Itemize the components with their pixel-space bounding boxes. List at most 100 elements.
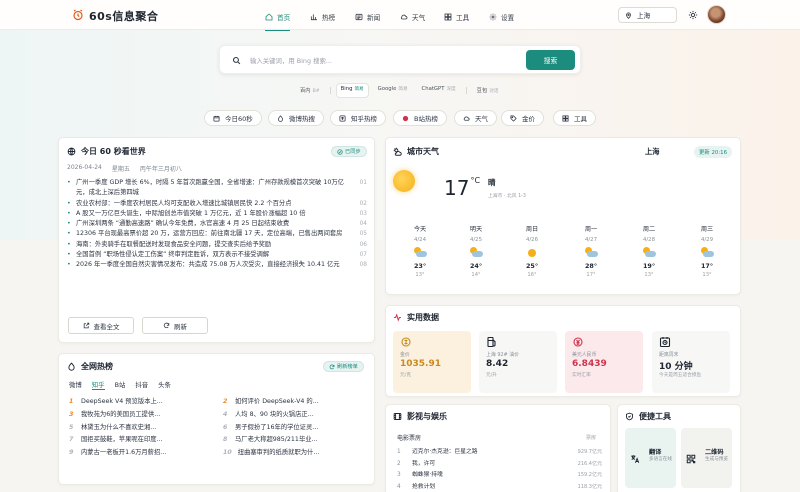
stat-tile[interactable]: 上海 92# 油价 8.42 元/升 [479,331,557,393]
box-office-row[interactable]: 4 抢救计划 118.3亿元 [397,482,602,492]
tab-weibo[interactable]: 微博 [69,380,82,390]
bullet: • [67,261,71,269]
hot-item[interactable]: 8 马厂老大称超985/211毕业... [223,434,363,447]
hot-item[interactable]: 10 扭曲塞审判的纸质就职为什... [223,447,363,460]
bar-chart-icon [310,14,317,21]
hot-item[interactable]: 3 我牧苑为6的美国员工提供... [69,409,209,422]
box-office-row[interactable]: 2 我，许可 216.4亿元 [397,459,602,471]
city-selector[interactable]: 上海 [618,7,677,23]
partly-cloudy-icon [700,247,714,259]
stat-label: 上海 92# 油价 [486,352,519,358]
hot-item[interactable]: 5 林黛玉为什么不喜欢史湘... [69,422,209,435]
news-num: 04 [359,221,367,228]
quick-link-bilibili[interactable]: B站热榜 [393,110,447,126]
tab-toutiao[interactable]: 头条 [158,380,171,390]
hot-item[interactable]: 4 人均 8、90 块的火锅店正... [223,409,363,422]
forecast-high: 25° [525,262,539,270]
tool-qrcode[interactable]: 二维码 生成与预览 [681,428,732,488]
weather-city: 上海 [645,147,660,156]
engine-tab[interactable]: ChatGPT 深度 [418,84,460,97]
engine-tab[interactable]: Google 简易 [374,84,412,97]
forecast-day: 明天 4/25 24° 14° [461,224,491,278]
theme-toggle-sun-icon[interactable] [688,10,698,20]
tab-bilibili[interactable]: B站 [115,380,126,390]
tab-douyin[interactable]: 抖音 [135,380,148,390]
quick-link-label: B站热榜 [414,115,438,123]
quick-link-zhihu[interactable]: 知乎热榜 [330,110,386,126]
news-num: 08 [359,262,367,269]
news-item[interactable]: • 海南：外卖骑手在取餐配送时发现食品安全问题，提交查实后给予奖励 06 [67,240,367,250]
nav-label: 新闻 [367,14,381,22]
quick-link-tools[interactable]: 工具 [553,110,596,126]
hot-item[interactable]: 9 内蒙古一老板开1.6万月薪招... [69,447,209,460]
hot-item[interactable]: 2 如何评价 DeepSeek-V4 的... [223,396,363,409]
engine-name: Google [377,86,397,92]
external-link-icon [83,322,89,329]
nav-item-news[interactable]: 新闻 [355,10,380,24]
bilibili-icon [402,115,409,121]
hot-item[interactable]: 1 DeepSeek V4 预览版本上... [69,396,209,409]
quick-link-60s[interactable]: 今日60秒 [204,110,262,126]
tool-translate[interactable]: 翻译 多语言在线 [625,428,676,488]
app-title[interactable]: 60s信息聚合 [89,8,158,24]
news-item[interactable]: • 12306 平台现最高票价超 20 万，运营方回应：前往南北疆 17 天，定位… [67,229,367,239]
engine-tab[interactable]: 百内 B# [296,84,324,97]
engine-tab[interactable]: Bing 简易 [336,84,368,97]
view-full-button[interactable]: 查看全文 [68,317,134,334]
nav-item-home[interactable]: 首页 [265,10,291,31]
news-item[interactable]: • 广州一季度 GDP 增长 6%，时隔 5 年首次跑赢全国，全省增速：广州存款规… [67,178,367,199]
stat-tile[interactable]: 金价 1035.91 元/克 [393,331,471,393]
box-office-row[interactable]: 3 蜘蛛猴·持魂 159.2亿元 [397,470,602,482]
news-item[interactable]: • 2026 年一季度全国自然灾害情况发布：共造成 75.08 万人次受灾，直接经… [67,260,367,270]
stat-value: 10 分钟 [659,362,693,372]
shield-icon [626,412,633,421]
search-input[interactable] [250,53,510,68]
forecast-low: 17° [586,272,596,278]
hot-item[interactable]: 6 男子假扮了16年的学位证灵... [223,422,363,435]
gold-icon [401,337,411,347]
nav-item-weather[interactable]: 天气 [400,10,425,24]
news-item[interactable]: • 全国首例 “职场性侵认定工伤案” 终审判定胜诉，双方表示不接受调解 07 [67,250,367,260]
sun-icon [525,247,539,259]
news-num: 01 [359,180,367,186]
nav-label: 首页 [277,14,291,22]
box-office-row[interactable]: 1 迈克尔·杰克逊：巨星之路 929.7亿元 [397,447,602,459]
forecast-day-label: 明天 [469,226,483,233]
grid-icon [444,13,452,21]
news-text: 海南：外卖骑手在取餐配送时发现食品安全问题，提交查实后给予奖励 [76,240,272,248]
quick-link-weather[interactable]: 天气 [454,110,497,126]
quick-link-label: 天气 [475,115,488,123]
tab-zhihu[interactable]: 知乎 [91,380,105,390]
temp-unit: °C [470,176,481,185]
quick-link-label: 微博热搜 [289,115,315,123]
hot-list-left: 1 DeepSeek V4 预览版本上... 3 我牧苑为6的美国员工提供... 5 林黛… [69,396,209,460]
bullet: • [67,240,71,248]
refresh-news-button[interactable]: 刷新 [142,317,208,334]
stat-tile[interactable]: 美元人民币 6.8439 实时汇率 [565,331,643,393]
user-avatar[interactable] [707,5,726,24]
box-office-title: 抢救计划 [412,483,436,490]
bullet: • [67,251,71,259]
nav-item-settings[interactable]: 设置 [489,10,514,24]
hot-rank: 5 [69,423,74,431]
quick-link-weibo[interactable]: 微博热搜 [268,110,324,126]
search-button[interactable]: 搜索 [526,50,575,70]
hot-rank: 3 [69,410,74,418]
news-item[interactable]: • 农业农村部：一季度农村居民人均可支配收入增速比城镇居民快 2.2 个百分点 02 [67,199,367,209]
hot-item[interactable]: 7 国拒买鼓鞋，苹果呢在印度... [69,434,209,447]
view-full-label: 查看全文 [93,322,120,331]
stat-tile[interactable]: 距离周末 10 分钟 今天是周五适合摸鱼 [652,331,730,393]
tools-title: 便捷工具 [639,412,671,421]
nav-item-hot[interactable]: 热榜 [310,10,335,24]
bullet: • [67,230,71,238]
engine-tab[interactable]: 豆包 对话 [473,84,503,97]
news-num: 06 [359,241,367,248]
news-item[interactable]: • 广州深圳两条 “通勤高速路” 确认今年免费，水官高速 4 月 25 日起结束收… [67,219,367,229]
hot-text: 林黛玉为什么不喜欢史湘... [81,423,157,431]
map-pin-icon [626,12,631,19]
hot-list-right: 2 如何评价 DeepSeek-V4 的... 4 人均 8、90 块的火锅店正...… [223,396,363,460]
refresh-hot-button[interactable]: 刷新榜单 [323,361,364,372]
nav-item-tools[interactable]: 工具 [444,10,469,24]
news-item[interactable]: • A 股又一万亿巨头诞生，中际旭创总市值突破 1 万亿元，近 1 年股价涨幅超 … [67,209,367,219]
quick-link-gold[interactable]: 金价 [501,110,544,126]
